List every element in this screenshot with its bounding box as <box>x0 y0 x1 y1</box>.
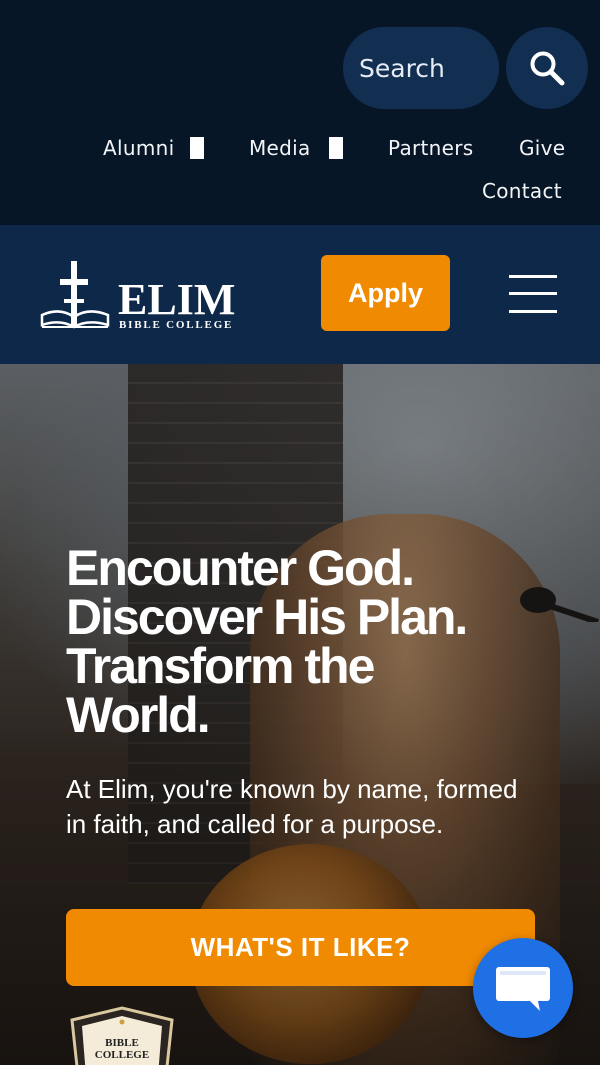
search-icon <box>530 51 565 86</box>
chat-bubble-icon <box>496 967 550 1011</box>
search-input[interactable]: Search <box>343 27 499 109</box>
nav-link-contact[interactable]: Contact <box>482 179 562 203</box>
main-navigation: ELIM BIBLE COLLEGE Apply <box>0 225 600 364</box>
chat-button[interactable] <box>473 938 573 1038</box>
svg-text:BIBLE: BIBLE <box>105 1037 139 1049</box>
hero-title-line: World. <box>66 687 211 743</box>
external-link-icon <box>329 137 343 159</box>
hero-title-line: Encounter God. <box>66 540 415 596</box>
nav-link-media[interactable]: Media <box>249 136 311 160</box>
bible-college-badge: BIBLE COLLEGE <box>70 1006 174 1065</box>
whats-it-like-button[interactable]: WHAT'S IT LIKE? <box>66 909 535 986</box>
search-button[interactable] <box>506 27 588 109</box>
utility-bar: Search Alumni Media Partners Give Contac… <box>0 0 600 225</box>
apply-button[interactable]: Apply <box>321 255 450 331</box>
hamburger-menu-icon[interactable] <box>509 275 557 313</box>
svg-text:COLLEGE: COLLEGE <box>95 1049 149 1061</box>
hero-title: Encounter God. Discover His Plan. Transf… <box>66 540 566 743</box>
nav-link-partners[interactable]: Partners <box>388 136 474 160</box>
svg-text:ELIM: ELIM <box>118 275 235 324</box>
nav-link-give[interactable]: Give <box>519 136 565 160</box>
hero-subtitle: At Elim, you're known by name, formed in… <box>66 774 518 839</box>
hero-title-line: Transform the <box>66 638 375 694</box>
nav-link-alumni[interactable]: Alumni <box>103 136 174 160</box>
elim-logo[interactable]: ELIM BIBLE COLLEGE <box>40 257 250 333</box>
hero-title-line: Discover His Plan. <box>66 589 468 645</box>
svg-text:BIBLE COLLEGE: BIBLE COLLEGE <box>119 319 233 331</box>
external-link-icon <box>190 137 204 159</box>
cross-logo-icon: ELIM BIBLE COLLEGE <box>40 261 235 331</box>
